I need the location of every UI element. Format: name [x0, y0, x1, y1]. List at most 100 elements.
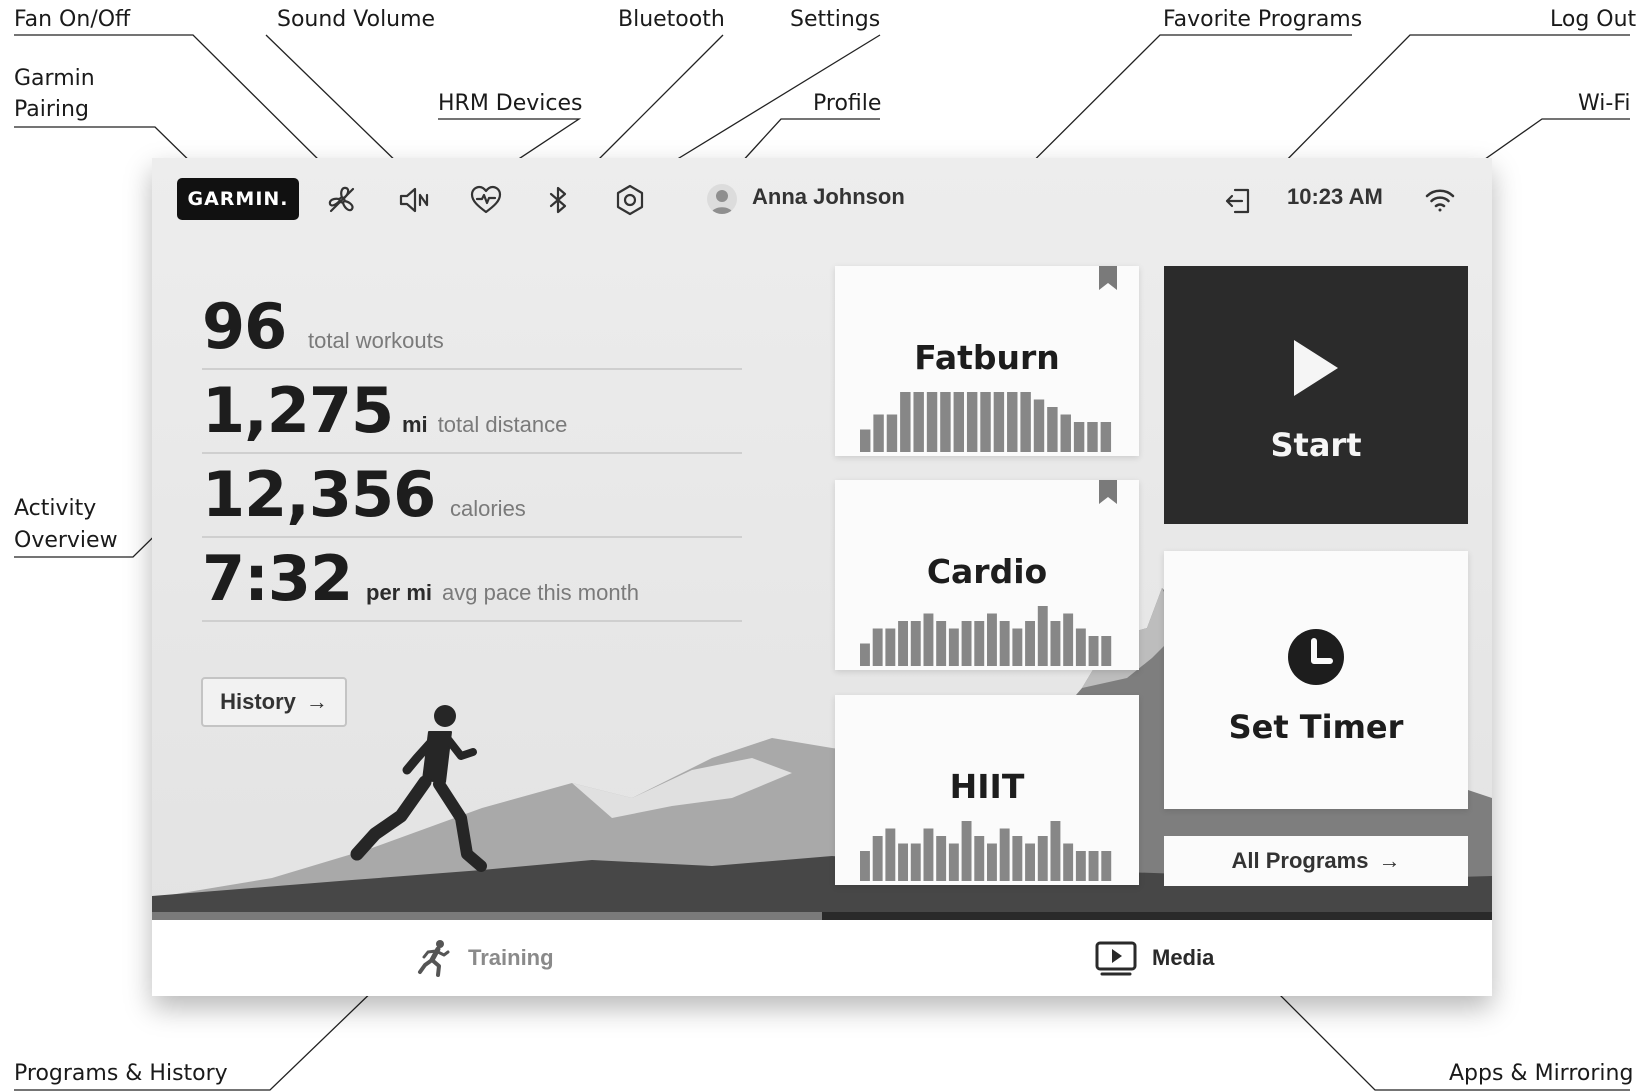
program-card-hiit[interactable]: HIIT	[835, 695, 1139, 885]
intensity-bar	[898, 621, 909, 666]
intensity-bar	[1073, 422, 1085, 452]
program-card-cardio[interactable]: Cardio	[835, 480, 1139, 670]
stat-value: 96	[202, 290, 287, 363]
bluetooth-icon[interactable]	[540, 182, 576, 218]
intensity-bar	[860, 429, 871, 452]
nav-media-label: Media	[1152, 945, 1215, 970]
intensity-bar	[1101, 851, 1112, 881]
intensity-bar	[898, 843, 909, 881]
intensity-bar	[1063, 843, 1074, 881]
running-person-icon	[418, 940, 450, 977]
callout-activity-line2: Overview	[14, 528, 118, 553]
profile-name[interactable]: Anna Johnson	[752, 184, 905, 210]
progress-bar	[152, 912, 1492, 920]
intensity-bar	[974, 836, 985, 881]
play-icon	[1294, 340, 1338, 396]
intensity-bar	[961, 821, 972, 881]
stat-calories: 12,356 calories	[202, 452, 742, 538]
callout-settings: Settings	[790, 7, 881, 32]
arrow-right-icon: →	[1378, 848, 1401, 873]
clock-time: 10:23 AM	[1287, 184, 1383, 209]
bookmark-icon[interactable]	[1099, 266, 1117, 290]
set-timer-label: Set Timer	[1228, 708, 1404, 746]
intensity-profile-chart	[860, 821, 1112, 881]
intensity-bar	[860, 643, 870, 666]
stat-total-workouts: 96 total workouts	[202, 284, 742, 370]
intensity-bar	[999, 828, 1010, 881]
intensity-bar	[913, 392, 924, 452]
intensity-bar	[974, 621, 985, 666]
intensity-bar	[1037, 606, 1048, 666]
callout-wifi: Wi-Fi	[1578, 91, 1631, 116]
intensity-bar	[1007, 392, 1018, 452]
logout-icon[interactable]	[1220, 182, 1256, 218]
program-card-fatburn[interactable]: Fatburn	[835, 266, 1139, 456]
progress-fill	[152, 912, 822, 920]
callout-hrm: HRM Devices	[438, 91, 583, 116]
garmin-pairing-button[interactable]: GARMIN.	[177, 178, 299, 220]
stat-label: total workouts	[308, 328, 444, 353]
volume-icon[interactable]	[396, 182, 432, 218]
intensity-bar	[993, 392, 1005, 452]
wifi-icon[interactable]	[1422, 182, 1458, 218]
intensity-bar	[860, 851, 870, 881]
callout-programs-history: Programs & History	[14, 1061, 228, 1086]
intensity-bar	[948, 628, 959, 666]
callout-bluetooth: Bluetooth	[618, 7, 725, 32]
intensity-bar	[980, 392, 991, 452]
history-button[interactable]: History →	[201, 677, 347, 727]
intensity-bar	[1025, 621, 1036, 666]
intensity-bar	[1012, 628, 1023, 666]
intensity-bar	[1050, 621, 1061, 666]
intensity-bar	[1060, 414, 1071, 452]
avatar[interactable]	[707, 184, 737, 214]
leader-bluetooth	[581, 34, 724, 177]
runner-image	[350, 705, 487, 872]
callout-logout: Log Out	[1550, 7, 1637, 32]
program-title: Fatburn	[914, 338, 1060, 377]
all-programs-button[interactable]: All Programs →	[1164, 836, 1468, 886]
nav-training-label: Training	[468, 945, 554, 970]
program-title: Cardio	[926, 552, 1048, 591]
nav-training[interactable]: Training	[414, 938, 554, 978]
stat-label: calories	[450, 496, 526, 521]
intensity-bar	[900, 392, 911, 452]
stat-label: total distance	[437, 412, 568, 437]
callout-garmin-line1: Garmin	[14, 66, 95, 91]
arrow-right-icon: →	[305, 689, 328, 714]
intensity-bar	[1020, 392, 1031, 452]
bookmark-icon[interactable]	[1099, 480, 1117, 504]
intensity-bar	[961, 621, 972, 666]
nav-media[interactable]: Media	[1094, 938, 1214, 978]
heart-rate-icon[interactable]	[468, 182, 504, 218]
intensity-bar	[910, 843, 921, 881]
set-timer-button[interactable]: Set Timer	[1164, 551, 1468, 809]
intensity-bar	[953, 392, 965, 452]
start-button[interactable]: Start	[1164, 266, 1468, 524]
intensity-bar	[1088, 636, 1099, 666]
intensity-bar	[1012, 836, 1023, 881]
callout-sound: Sound Volume	[277, 7, 436, 32]
stat-unit: mi	[402, 412, 428, 437]
intensity-bar	[936, 836, 947, 881]
settings-icon[interactable]	[612, 182, 648, 218]
intensity-bar	[1075, 628, 1086, 666]
intensity-bar	[872, 836, 883, 881]
leader-sound	[265, 34, 407, 172]
fan-off-icon[interactable]	[324, 182, 360, 218]
intensity-bar	[987, 843, 997, 881]
intensity-bar	[1088, 851, 1099, 881]
intensity-bar	[1075, 851, 1086, 881]
intensity-bar	[1050, 821, 1061, 881]
intensity-bar	[1037, 836, 1048, 881]
intensity-bar	[1087, 422, 1098, 452]
intensity-bar	[999, 621, 1010, 666]
intensity-bar	[987, 613, 997, 666]
callout-favorites: Favorite Programs	[1163, 7, 1363, 32]
intensity-bar	[923, 828, 934, 881]
intensity-bar	[910, 621, 921, 666]
stat-value: 12,356	[202, 458, 436, 531]
stat-unit: per mi	[366, 580, 433, 605]
media-play-icon	[1095, 941, 1137, 976]
intensity-bar	[1047, 407, 1058, 452]
